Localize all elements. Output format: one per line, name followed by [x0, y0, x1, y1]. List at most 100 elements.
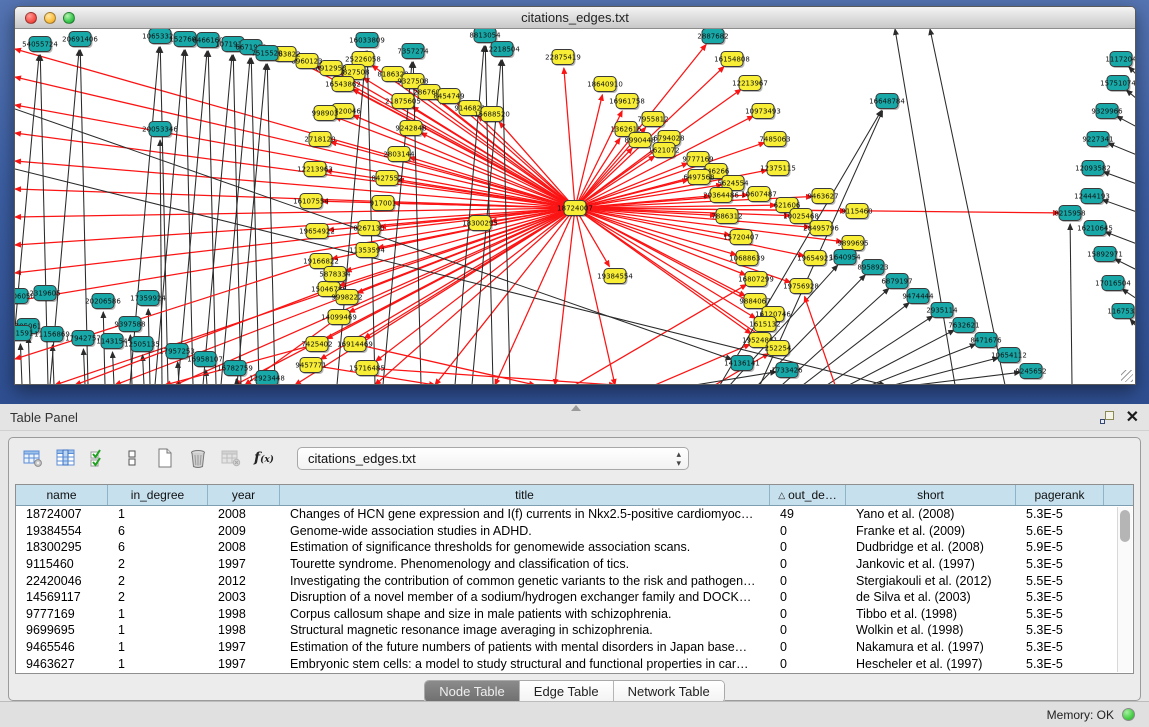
graph-edge[interactable] — [564, 68, 575, 208]
graph-edge[interactable] — [267, 64, 275, 384]
graph-edge[interactable] — [1130, 319, 1135, 327]
table-cell[interactable]: 5.3E-5 — [1016, 640, 1104, 654]
table-cell[interactable]: Tibbo et al. (1998) — [846, 607, 1016, 621]
graph-edge[interactable] — [353, 115, 575, 208]
table-cell[interactable]: Disruption of a novel member of a sodium… — [280, 590, 770, 604]
table-cell[interactable]: 2008 — [208, 540, 280, 554]
table-cell[interactable]: Changes of HCN gene expression and I(f) … — [280, 507, 770, 521]
graph-edge[interactable] — [895, 29, 955, 384]
table-cell[interactable]: 5.3E-5 — [1016, 590, 1104, 604]
show-columns-button[interactable] — [52, 445, 80, 471]
graph-edge[interactable] — [575, 208, 810, 227]
table-cell[interactable]: 6 — [108, 540, 208, 554]
graph-edge[interactable] — [335, 117, 575, 208]
table-cell[interactable]: 2 — [108, 574, 208, 588]
new-document-button[interactable] — [151, 445, 179, 471]
graph-edge[interactable] — [1070, 224, 1072, 384]
table-row[interactable]: 946362711997Embryonic stem cells: a mode… — [16, 655, 1133, 672]
graph-edge[interactable] — [83, 349, 85, 384]
table-cell[interactable]: Nakamura et al. (1997) — [846, 640, 1016, 654]
table-cell[interactable]: 0 — [770, 557, 846, 571]
graph-edge[interactable] — [805, 296, 835, 384]
table-vertical-scrollbar[interactable] — [1117, 507, 1132, 672]
table-cell[interactable]: 18724007 — [16, 507, 108, 521]
table-cell[interactable]: 9463627 — [16, 657, 108, 671]
table-cell[interactable]: Corpus callosum shape and size in male p… — [280, 607, 770, 621]
window-titlebar[interactable]: citations_edges.txt — [15, 7, 1135, 29]
splitter-grip-icon[interactable] — [571, 405, 581, 411]
table-cell[interactable]: 0 — [770, 657, 846, 671]
table-cell[interactable]: 22420046 — [16, 574, 108, 588]
table-cell[interactable]: 5.5E-5 — [1016, 574, 1104, 588]
graph-edge[interactable] — [555, 208, 575, 384]
table-cell[interactable]: 2012 — [208, 574, 280, 588]
table-cell[interactable]: Franke et al. (2009) — [846, 524, 1016, 538]
table-cell[interactable]: 0 — [770, 640, 846, 654]
graph-edge[interactable] — [1105, 232, 1135, 244]
graph-edge[interactable] — [236, 379, 237, 384]
graph-edge[interactable] — [871, 344, 976, 384]
delete-trash-button[interactable] — [184, 445, 212, 471]
table-cell[interactable]: 1997 — [208, 640, 280, 654]
table-cell[interactable]: 5.3E-5 — [1016, 657, 1104, 671]
graph-edge[interactable] — [849, 330, 954, 384]
table-cell[interactable]: 5.6E-5 — [1016, 524, 1104, 538]
table-cell[interactable]: Tourette syndrome. Phenomenology and cla… — [280, 557, 770, 571]
table-cell[interactable]: 2009 — [208, 524, 280, 538]
table-row[interactable]: 1830029562008Estimation of significance … — [16, 539, 1133, 556]
function-builder-button[interactable]: f(x) — [250, 445, 278, 471]
column-header-out-degree[interactable]: △out_de… — [770, 485, 846, 505]
table-row[interactable]: 2242004622012Investigating the contribut… — [16, 572, 1133, 589]
graph-edge[interactable] — [337, 51, 366, 384]
table-cell[interactable]: 1 — [108, 640, 208, 654]
table-selector-dropdown[interactable]: citations_edges.txt ▴▾ — [297, 447, 689, 470]
table-cell[interactable]: 1 — [108, 507, 208, 521]
table-cell[interactable]: 18300295 — [16, 540, 108, 554]
table-cell[interactable]: 9699695 — [16, 623, 108, 637]
table-cell[interactable]: 1998 — [208, 607, 280, 621]
graph-edge[interactable] — [28, 337, 30, 384]
table-cell[interactable]: 5.9E-5 — [1016, 540, 1104, 554]
table-cell[interactable]: 9115460 — [16, 557, 108, 571]
table-cell[interactable]: Embryonic stem cells: a model to study s… — [280, 657, 770, 671]
column-header-title[interactable]: title — [280, 485, 770, 505]
graph-edge[interactable] — [206, 370, 207, 384]
graph-edge[interactable] — [575, 208, 615, 384]
table-cell[interactable]: Estimation of significance thresholds fo… — [280, 540, 770, 554]
table-cell[interactable]: 14569117 — [16, 590, 108, 604]
table-settings-button[interactable] — [19, 445, 47, 471]
table-cell[interactable]: 0 — [770, 574, 846, 588]
column-header-year[interactable]: year — [208, 485, 280, 505]
graph-edge[interactable] — [1129, 67, 1135, 75]
graph-edge[interactable] — [894, 358, 998, 384]
table-cell[interactable]: 5.3E-5 — [1016, 607, 1104, 621]
column-header-in-degree[interactable]: in_degree — [108, 485, 208, 505]
table-cell[interactable]: Stergiakouli et al. (2012) — [846, 574, 1016, 588]
table-cell[interactable]: de Silva et al. (2003) — [846, 590, 1016, 604]
table-cell[interactable]: 6 — [108, 524, 208, 538]
table-cell[interactable]: 2 — [108, 557, 208, 571]
graph-edge[interactable] — [499, 122, 575, 208]
tab-node-table[interactable]: Node Table — [425, 681, 520, 702]
graph-edge[interactable] — [1117, 116, 1135, 127]
table-cell[interactable]: 0 — [770, 607, 846, 621]
table-cell[interactable]: 1998 — [208, 623, 280, 637]
table-row[interactable]: 977716911998Corpus callosum shape and si… — [16, 606, 1133, 623]
window-resize-grip[interactable] — [1121, 370, 1133, 382]
table-cell[interactable]: 5.3E-5 — [1016, 507, 1104, 521]
table-cell[interactable]: 0 — [770, 623, 846, 637]
table-cell[interactable]: 9465546 — [16, 640, 108, 654]
graph-edge[interactable] — [1103, 172, 1135, 184]
table-cell[interactable]: Estimation of the future numbers of pati… — [280, 640, 770, 654]
graph-edge[interactable] — [112, 352, 114, 384]
table-row[interactable]: 1938455462009Genome-wide association stu… — [16, 523, 1133, 540]
table-cell[interactable]: Wolkin et al. (1998) — [846, 623, 1016, 637]
graph-edge[interactable] — [1115, 259, 1135, 270]
graph-edge[interactable] — [803, 303, 909, 384]
graph-edge[interactable] — [1108, 143, 1135, 155]
graph-edge[interactable] — [235, 208, 575, 384]
network-canvas-svg[interactable]: 1872400718300295224200469989032718120122… — [15, 29, 1135, 384]
merge-columns-button[interactable] — [118, 445, 146, 471]
close-panel-icon[interactable]: ✕ — [1126, 410, 1139, 426]
graph-edge[interactable] — [178, 51, 207, 384]
